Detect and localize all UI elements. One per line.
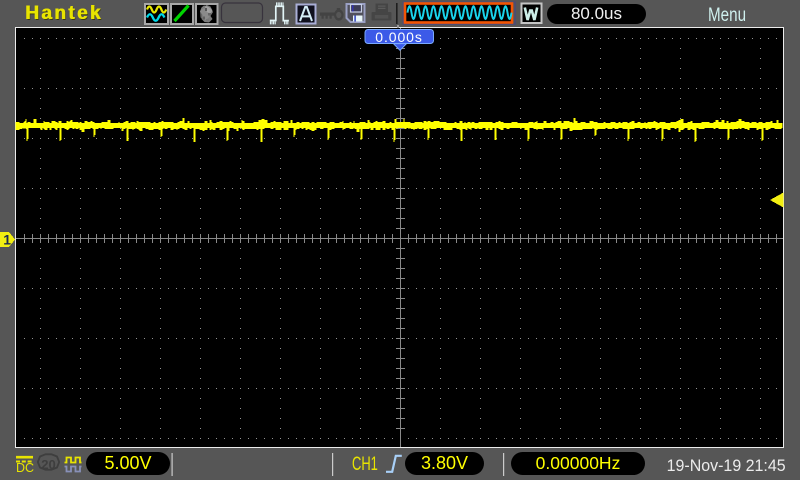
svg-text:1: 1 [3,232,11,248]
svg-text:20: 20 [41,457,55,472]
